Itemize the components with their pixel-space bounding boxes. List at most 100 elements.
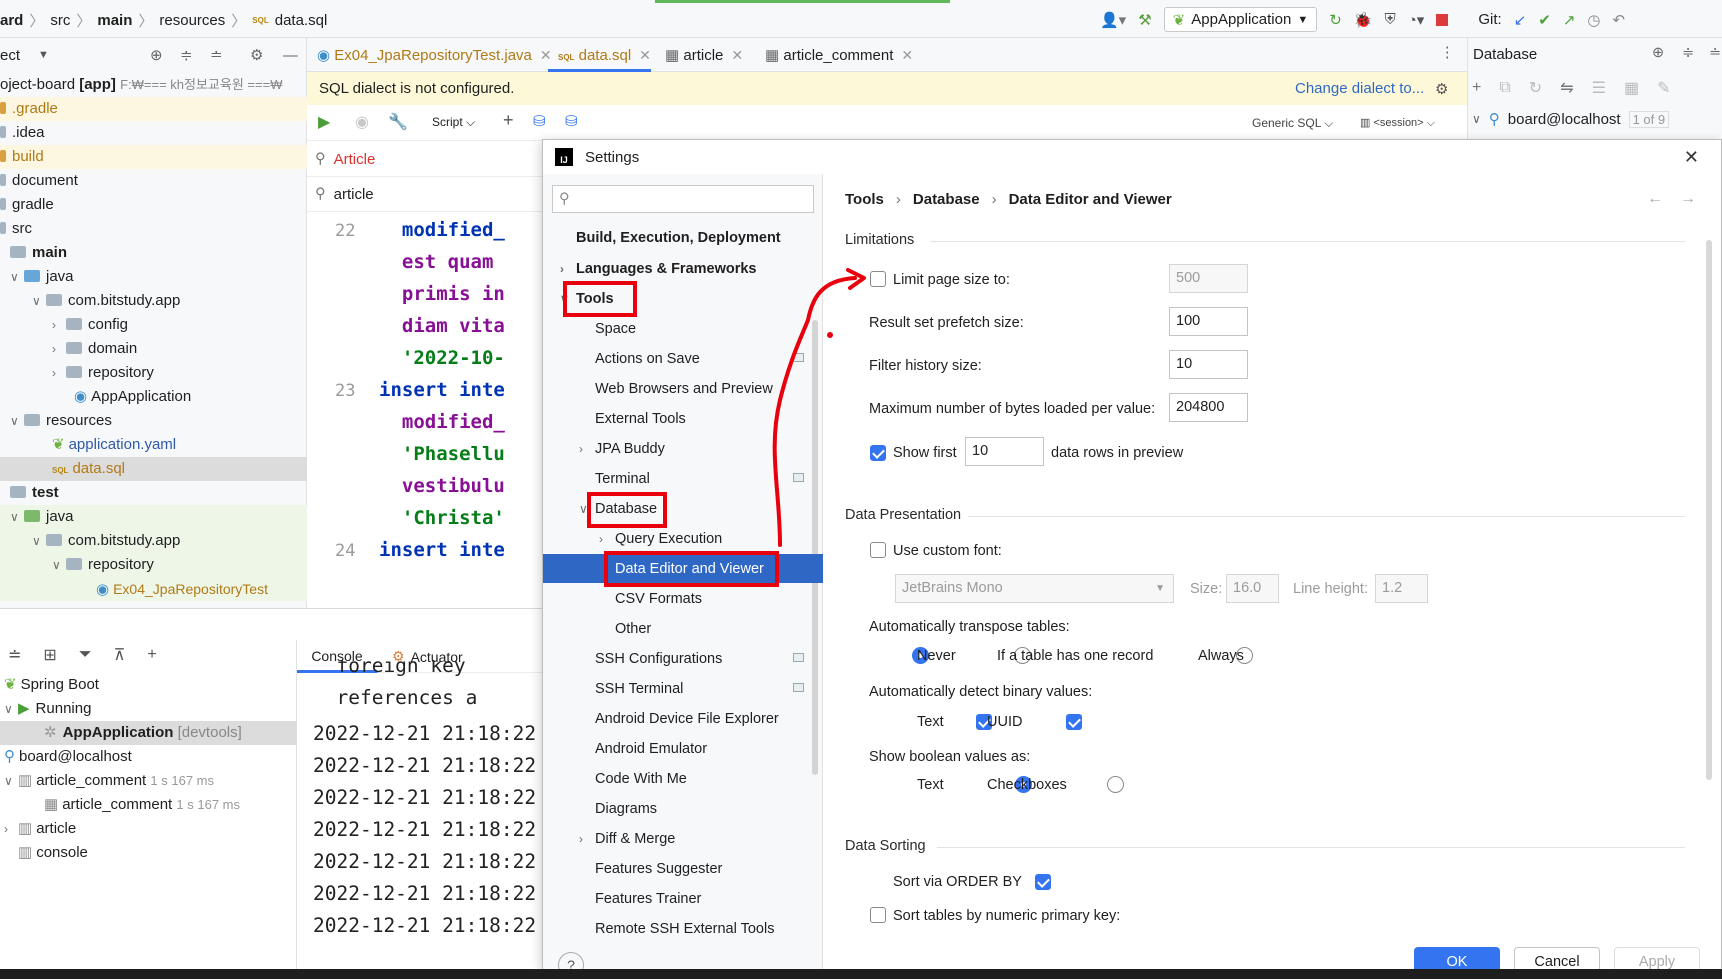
nav-external-tools[interactable]: External Tools (595, 405, 686, 433)
expand-icon[interactable]: ≑ (1682, 45, 1694, 61)
sort-numeric-pk-checkbox[interactable] (870, 907, 886, 923)
code-line[interactable]: est quam (307, 247, 505, 277)
grid-icon[interactable]: ▦ (1624, 78, 1639, 98)
close-icon[interactable]: ✕ (1684, 147, 1699, 168)
chevron-down-icon[interactable]: ▼ (38, 49, 49, 61)
sort-order-by-checkbox[interactable] (1035, 874, 1052, 890)
search-query-1[interactable]: Article (334, 151, 376, 168)
line-height-input[interactable]: 1.2 (1375, 574, 1428, 603)
nav-ssh-terminal[interactable]: SSH Terminal (595, 675, 683, 703)
code-line[interactable]: 'Christa' (307, 503, 505, 533)
back-arrow-icon[interactable]: ← (1647, 190, 1663, 208)
tree-item-build[interactable]: build (0, 145, 307, 169)
collapse-all-icon[interactable]: ≐ (210, 46, 223, 64)
tree-item-repository[interactable]: › repository (52, 361, 154, 385)
tree-item-gradle-dir[interactable]: .gradle (0, 97, 307, 121)
user-icon[interactable]: 👤▾ (1100, 11, 1126, 29)
filter-history-input[interactable]: 10 (1169, 350, 1248, 379)
breadcrumb-src[interactable]: src (50, 12, 70, 29)
code-line[interactable]: diam vita (307, 311, 505, 341)
tree-item-resources[interactable]: ∨ resources (10, 409, 112, 433)
font-select[interactable]: JetBrains Mono ▼ (895, 574, 1174, 603)
git-push-icon[interactable]: ↗ (1563, 11, 1576, 29)
git-update-icon[interactable]: ↙ (1514, 11, 1527, 29)
locate-icon[interactable]: ⊕ (1652, 45, 1664, 61)
code-line[interactable]: '2022-10- (307, 343, 505, 373)
nav-jpa-buddy[interactable]: › JPA Buddy (579, 435, 665, 463)
search-query-2[interactable]: article (334, 186, 374, 203)
tree-item-test-java[interactable]: ∨ java (10, 505, 74, 529)
service-spring-boot[interactable]: ❦ Spring Boot (4, 673, 99, 697)
tree-item-test-repository[interactable]: ∨ repository (52, 553, 154, 577)
tree-item-gradle[interactable]: gradle (0, 193, 54, 217)
tree-item-idea[interactable]: .idea (0, 121, 45, 145)
nav-terminal[interactable]: Terminal (595, 465, 650, 493)
tree-item-data-sql[interactable]: SQL data.sql (52, 457, 125, 481)
collapse-icon[interactable]: ≐ (8, 645, 21, 665)
wrench-icon[interactable]: 🔧 (388, 112, 408, 132)
tab-data-sql[interactable]: SQL data.sql ✕ (548, 38, 651, 72)
git-rollback-icon[interactable]: ↶ (1613, 11, 1626, 29)
close-icon[interactable]: ✕ (639, 47, 651, 63)
project-panel-title[interactable]: ect (0, 47, 20, 64)
tab-article[interactable]: ▦ article ✕ (655, 38, 743, 72)
service-board-localhost[interactable]: ⚲ board@localhost (4, 745, 132, 769)
edit-icon[interactable]: ✎ (1657, 78, 1670, 98)
tab-article-comment[interactable]: ▦ article_comment ✕ (755, 38, 913, 72)
nav-space[interactable]: Space (595, 315, 636, 343)
nav-android-emulator[interactable]: Android Emulator (595, 735, 707, 763)
nav-code-with-me[interactable]: Code With Me (595, 765, 687, 793)
code-line[interactable]: 'Phasellu (307, 439, 505, 469)
add-service-icon[interactable]: + (147, 646, 156, 664)
nav-diff-merge[interactable]: › Diff & Merge (579, 825, 675, 853)
breadcrumb-project[interactable]: ard (0, 12, 23, 29)
stop-icon[interactable] (1436, 13, 1449, 26)
debug-icon[interactable]: 🐞 (1354, 11, 1373, 29)
copy-icon[interactable]: ⧉ (1499, 79, 1510, 97)
nav-web-browsers[interactable]: Web Browsers and Preview (595, 375, 773, 403)
code-line[interactable]: 22 modified_ (307, 215, 505, 246)
coverage-icon[interactable]: ⛨ (1384, 11, 1395, 28)
add-icon[interactable]: + (1472, 79, 1481, 97)
service-running[interactable]: ∨ ▶ Running (4, 697, 91, 721)
nav-query-execution[interactable]: › Query Execution (599, 525, 722, 553)
crumb-tools[interactable]: Tools (845, 191, 884, 208)
service-article[interactable]: › ▥ article (4, 817, 76, 841)
db-console-icon[interactable]: ⛁ (533, 112, 546, 130)
script-select[interactable]: Script ⌵ (432, 115, 475, 130)
nav-build[interactable]: Build, Execution, Deployment (576, 224, 781, 252)
nav-remote-ssh-external-tools[interactable]: Remote SSH External Tools (595, 915, 774, 943)
nav-languages[interactable]: › Languages & Frameworks (560, 255, 757, 283)
add-icon[interactable]: + (503, 110, 514, 131)
nav-android-device-file-explorer[interactable]: Android Device File Explorer (595, 705, 779, 733)
pin-icon[interactable]: ⊼ (114, 645, 126, 665)
service-article-comment-child[interactable]: ▦ article_comment 1 s 167 ms (44, 793, 240, 817)
font-size-input[interactable]: 16.0 (1226, 574, 1279, 603)
forward-arrow-icon[interactable]: → (1680, 190, 1696, 208)
nav-other[interactable]: Other (615, 615, 651, 643)
list-icon[interactable]: ☰ (1592, 78, 1606, 98)
git-commit-icon[interactable]: ✔ (1538, 11, 1551, 29)
db-connection-item[interactable]: ∨ ⚲ board@localhost 1 of 9 (1472, 110, 1670, 128)
show-first-input[interactable]: 10 (965, 437, 1044, 466)
code-line[interactable]: 23 insert inte (307, 375, 505, 406)
sync-icon[interactable]: ⇋ (1560, 78, 1573, 98)
code-line[interactable]: primis in (307, 279, 505, 309)
code-line[interactable]: modified_ (307, 407, 505, 437)
tree-item-test-package[interactable]: ∨ com.bitstudy.app (32, 529, 180, 553)
max-bytes-input[interactable]: 204800 (1169, 393, 1248, 422)
service-article-comment[interactable]: ∨ ▥ article_comment 1 s 167 ms (4, 769, 214, 793)
nav-csv-formats[interactable]: CSV Formats (615, 585, 702, 613)
service-console[interactable]: ▥ console (18, 841, 88, 865)
gear-icon[interactable]: ⚙ (1435, 80, 1448, 98)
dialect-select[interactable]: Generic SQL ⌵ (1252, 116, 1333, 131)
prefetch-input[interactable]: 100 (1169, 307, 1248, 336)
collapse-icon[interactable]: ≐ (1709, 45, 1721, 61)
code-area[interactable]: 22 modified_ est quam primis in diam vit… (307, 215, 542, 595)
expand-all-icon[interactable]: ≑ (180, 46, 193, 64)
service-appapplication[interactable]: ✲ AppApplication [devtools] (44, 721, 242, 745)
profile-icon[interactable]: ◔▾ (1408, 11, 1425, 29)
tree-item-java[interactable]: ∨ java (10, 265, 74, 289)
more-tabs-icon[interactable]: ⋮ (1440, 45, 1455, 61)
build-hammer-icon[interactable]: ⚒ (1138, 11, 1151, 29)
